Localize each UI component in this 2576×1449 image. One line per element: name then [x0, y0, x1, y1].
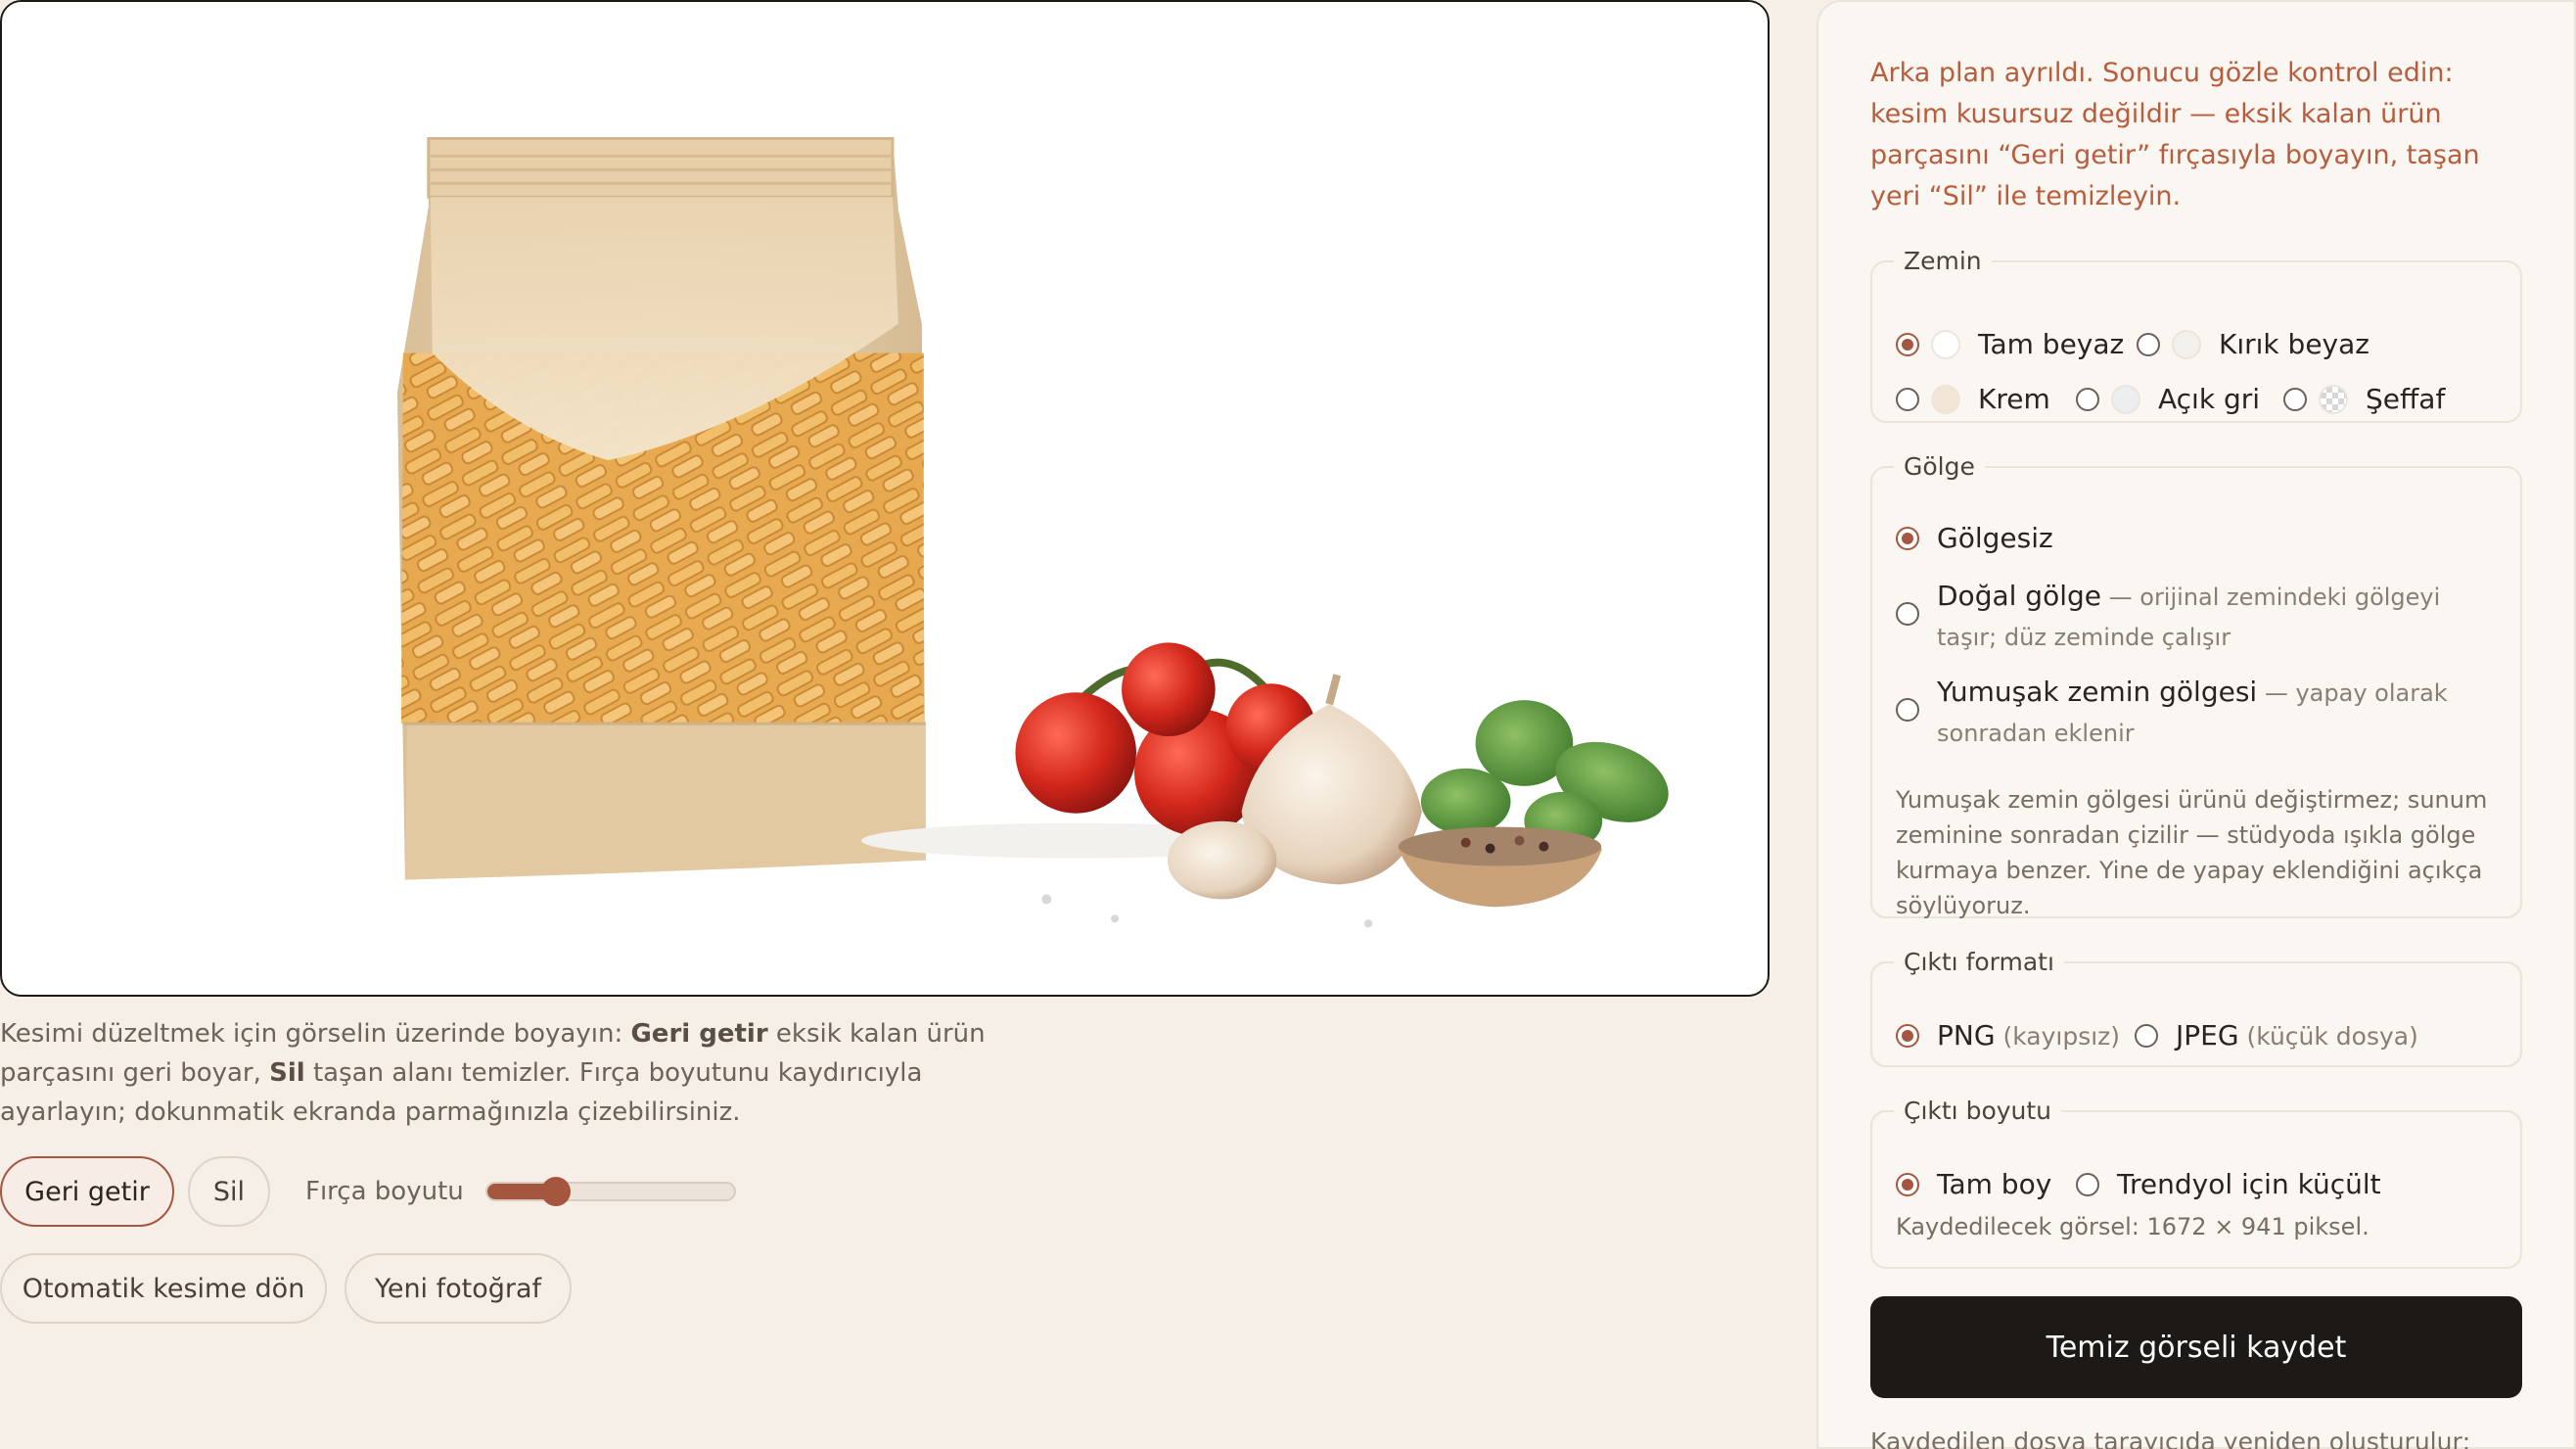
size-fieldset: Çıktı boyutu Tam boy Trendyol için küçül… — [1870, 1097, 2522, 1269]
shadow-option-natural[interactable]: Doğal gölge — orijinal zemindeki gölgeyi… — [1896, 577, 2505, 657]
radio-icon[interactable] — [2137, 332, 2160, 356]
option-label: Tam beyaz — [1978, 328, 2125, 360]
background-legend: Zemin — [1904, 247, 1982, 275]
shadow-legend: Gölge — [1904, 452, 1975, 481]
help-restore-word: Geri getir — [630, 1019, 768, 1049]
radio-icon[interactable] — [1896, 1023, 1919, 1048]
format-legend: Çıktı formatı — [1904, 948, 2054, 976]
product-photo — [3, 2, 1767, 995]
option-description: (kayıpsız) — [1995, 1022, 2121, 1051]
option-description: (küçük dosya) — [2238, 1022, 2418, 1051]
settings-panel: Arka plan ayrıldı. Sonucu gözle kontrol … — [1817, 0, 2576, 1449]
background-option-offwhite[interactable]: Kırık beyaz — [2137, 328, 2369, 360]
radio-icon[interactable] — [2135, 1023, 2158, 1048]
background-option-white[interactable]: Tam beyaz — [1896, 328, 2124, 360]
brush-toolbar: Geri getir Sil Fırça boyutu — [0, 1155, 736, 1228]
option-label: Doğal gölge — [1937, 580, 2101, 612]
editor-help-text: Kesimi düzeltmek için görselin üzerinde … — [0, 1014, 1037, 1132]
swatch-lightgray — [2111, 384, 2140, 414]
format-option-jpeg[interactable]: JPEG (küçük dosya) — [2135, 1019, 2418, 1052]
shadow-fieldset: Gölge Gölgesiz Doğal gölge — orijinal ze… — [1870, 452, 2522, 919]
option-label: Gölgesiz — [1937, 522, 2053, 554]
radio-icon[interactable] — [1896, 332, 1919, 356]
swatch-cream — [1931, 384, 1960, 414]
option-label: Açık gri — [2158, 383, 2261, 415]
brush-size-thumb[interactable] — [541, 1177, 572, 1206]
radio-icon[interactable] — [2076, 1172, 2099, 1196]
edit-canvas[interactable] — [0, 0, 1770, 997]
erase-brush-button[interactable]: Sil — [188, 1156, 270, 1227]
shadow-option-soft[interactable]: Yumuşak zemin gölgesi — yapay olarak son… — [1896, 673, 2505, 753]
radio-icon[interactable] — [1896, 387, 1919, 411]
restore-brush-button[interactable]: Geri getir — [0, 1156, 174, 1227]
option-label: Trendyol için küçült — [2117, 1168, 2381, 1200]
radio-icon[interactable] — [1896, 526, 1919, 550]
option-label: Kırık beyaz — [2219, 328, 2369, 360]
radio-icon[interactable] — [1896, 1172, 1919, 1196]
brush-size-slider[interactable] — [484, 1177, 736, 1206]
swatch-transparent — [2319, 384, 2348, 414]
save-clean-image-button[interactable]: Temiz görseli kaydet — [1870, 1296, 2522, 1398]
format-fieldset: Çıktı formatı PNG (kayıpsız) JPEG (küçük… — [1870, 948, 2522, 1067]
auto-cut-button[interactable]: Otomatik kesime dön — [0, 1253, 327, 1324]
shadow-option-none[interactable]: Gölgesiz — [1896, 522, 2053, 554]
help-part1: Kesimi düzeltmek için görselin üzerinde … — [0, 1019, 631, 1049]
cutout-notice: Arka plan ayrıldı. Sonucu gözle kontrol … — [1870, 58, 2480, 211]
background-option-cream[interactable]: Krem — [1896, 383, 2050, 415]
save-footer-note: Kaydedilen dosya tarayıcıda yeniden oluş… — [1870, 1427, 2471, 1449]
radio-icon[interactable] — [1896, 698, 1919, 722]
option-label: Şeffaf — [2366, 383, 2446, 415]
shadow-note: Yumuşak zemin gölgesi ürünü değiştirmez;… — [1896, 786, 2488, 919]
background-option-lightgray[interactable]: Açık gri — [2076, 383, 2260, 415]
background-fieldset: Zemin Tam beyaz Kırık beyaz Krem Açık gr… — [1870, 247, 2522, 423]
background-option-transparent[interactable]: Şeffaf — [2283, 383, 2445, 415]
size-option-full[interactable]: Tam boy — [1896, 1168, 2051, 1200]
brush-size-label: Fırça boyutu — [305, 1177, 464, 1206]
option-label: JPEG — [2176, 1019, 2239, 1052]
size-legend: Çıktı boyutu — [1904, 1097, 2052, 1125]
output-size-note: Kaydedilecek görsel: 1672 × 941 piksel. — [1896, 1213, 2369, 1240]
swatch-offwhite — [2172, 329, 2201, 359]
editor-actions: Otomatik kesime dön Yeni fotoğraf — [0, 1253, 572, 1324]
option-label: Tam boy — [1937, 1168, 2052, 1200]
new-photo-button[interactable]: Yeni fotoğraf — [345, 1253, 572, 1324]
radio-icon[interactable] — [1896, 602, 1919, 626]
size-option-trendyol[interactable]: Trendyol için küçült — [2076, 1168, 2381, 1200]
format-option-png[interactable]: PNG (kayıpsız) — [1896, 1019, 2120, 1052]
option-label: Krem — [1978, 383, 2050, 415]
radio-icon[interactable] — [2283, 387, 2307, 411]
help-erase-word: Sil — [269, 1058, 305, 1088]
option-label: Yumuşak zemin gölgesi — [1937, 676, 2258, 708]
swatch-white — [1931, 329, 1960, 359]
option-label: PNG — [1937, 1019, 1996, 1052]
radio-icon[interactable] — [2076, 387, 2099, 411]
